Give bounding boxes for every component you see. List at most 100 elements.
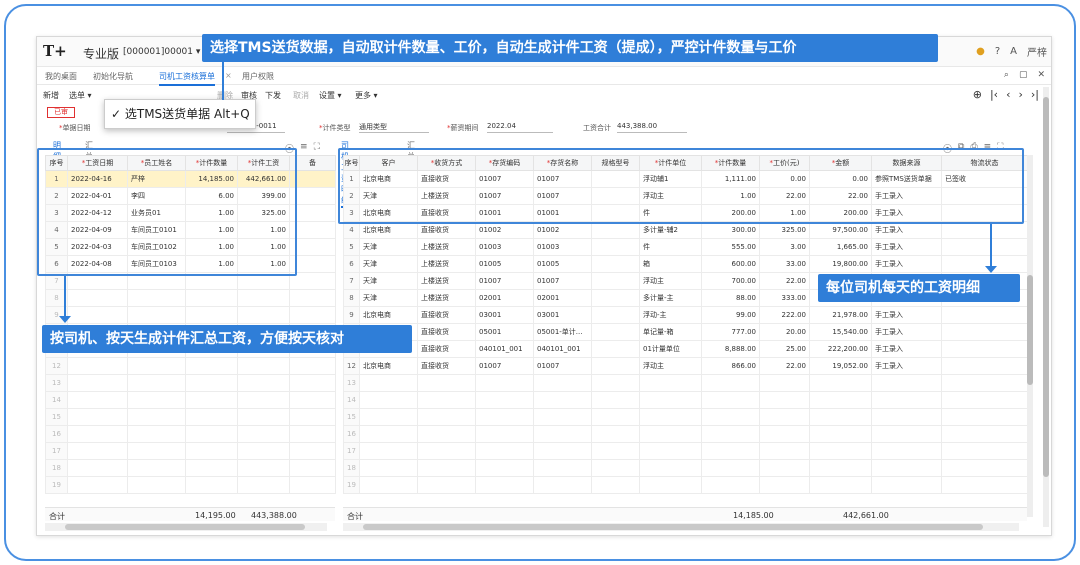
- table-cell[interactable]: [871, 391, 942, 409]
- table-cell[interactable]: 手工录入: [871, 221, 942, 239]
- table-row[interactable]: 14: [343, 391, 1028, 409]
- table-cell[interactable]: [941, 357, 1028, 375]
- table-cell[interactable]: 6: [343, 255, 360, 273]
- table-cell[interactable]: 01计量单位: [639, 340, 702, 358]
- table-cell[interactable]: [809, 442, 872, 460]
- table-cell[interactable]: 866.00: [701, 357, 760, 375]
- table-cell[interactable]: 上楼送货: [417, 238, 476, 256]
- table-cell[interactable]: [639, 459, 702, 477]
- table-cell[interactable]: 9: [343, 306, 360, 324]
- table-cell[interactable]: [359, 408, 418, 426]
- table-cell[interactable]: [289, 459, 336, 477]
- table-cell[interactable]: [809, 374, 872, 392]
- table-cell[interactable]: [941, 221, 1028, 239]
- table-cell[interactable]: [237, 357, 290, 375]
- table-cell[interactable]: [127, 476, 186, 494]
- table-cell[interactable]: [67, 357, 128, 375]
- table-cell[interactable]: [759, 476, 810, 494]
- table-cell[interactable]: [67, 374, 128, 392]
- table-cell[interactable]: [127, 425, 186, 443]
- table-cell[interactable]: [417, 476, 476, 494]
- table-cell[interactable]: 手工录入: [871, 340, 942, 358]
- table-cell[interactable]: 25.00: [759, 340, 810, 358]
- table-cell[interactable]: [237, 306, 290, 324]
- select-tms-menu-item[interactable]: ✓ 选TMS送货单据 Alt+Q: [104, 99, 256, 129]
- table-cell[interactable]: [475, 476, 534, 494]
- table-cell[interactable]: [475, 391, 534, 409]
- table-cell[interactable]: 19: [45, 476, 68, 494]
- table-cell[interactable]: [127, 408, 186, 426]
- table-cell[interactable]: [701, 425, 760, 443]
- table-cell[interactable]: [591, 221, 640, 239]
- table-cell[interactable]: 13: [343, 374, 360, 392]
- table-cell[interactable]: [941, 323, 1028, 341]
- table-cell[interactable]: [533, 391, 592, 409]
- table-cell[interactable]: [237, 459, 290, 477]
- table-cell[interactable]: 上楼送货: [417, 255, 476, 273]
- table-cell[interactable]: [871, 442, 942, 460]
- table-row[interactable]: 13: [45, 374, 336, 392]
- table-cell[interactable]: 18: [45, 459, 68, 477]
- table-cell[interactable]: 5: [343, 238, 360, 256]
- table-row[interactable]: 15: [45, 408, 336, 426]
- table-cell[interactable]: 300.00: [701, 221, 760, 239]
- table-cell[interactable]: [289, 374, 336, 392]
- table-cell[interactable]: [701, 442, 760, 460]
- table-cell[interactable]: 05001-单计...: [533, 323, 592, 341]
- table-cell[interactable]: [533, 374, 592, 392]
- first-record-icon[interactable]: |‹: [990, 88, 998, 101]
- locate-icon[interactable]: ⊕: [973, 88, 982, 101]
- table-cell[interactable]: [67, 306, 128, 324]
- table-cell[interactable]: 01003: [533, 238, 592, 256]
- table-cell[interactable]: 天津: [359, 272, 418, 290]
- account-selector[interactable]: [000001]00001 ▾: [123, 47, 200, 57]
- table-row[interactable]: 12 北京电商 直接收货 01007 01007 浮动主 866.00 22.00 19,052…: [343, 357, 1028, 375]
- summary-hscroll[interactable]: [45, 523, 327, 531]
- table-cell[interactable]: 01002: [475, 221, 534, 239]
- table-cell[interactable]: [871, 459, 942, 477]
- table-cell[interactable]: [591, 442, 640, 460]
- table-row[interactable]: 14: [45, 391, 336, 409]
- table-cell[interactable]: 上楼送货: [417, 289, 476, 307]
- table-cell[interactable]: 北京电商: [359, 221, 418, 239]
- search-icon[interactable]: ⌕: [1004, 70, 1009, 80]
- table-cell[interactable]: [701, 459, 760, 477]
- table-cell[interactable]: 22.00: [759, 272, 810, 290]
- table-cell[interactable]: [871, 374, 942, 392]
- user-name[interactable]: 严梓: [1027, 44, 1047, 59]
- table-cell[interactable]: [289, 391, 336, 409]
- table-cell[interactable]: [359, 391, 418, 409]
- table-cell[interactable]: 直接收货: [417, 221, 476, 239]
- table-cell[interactable]: [941, 340, 1028, 358]
- table-cell[interactable]: [941, 442, 1028, 460]
- table-row[interactable]: 18: [45, 459, 336, 477]
- table-cell[interactable]: [591, 425, 640, 443]
- detail-hscroll[interactable]: [343, 523, 1019, 531]
- table-cell[interactable]: [809, 391, 872, 409]
- tab-driver-wage[interactable]: 司机工资核算单: [159, 71, 215, 86]
- table-cell[interactable]: [289, 289, 336, 307]
- table-cell[interactable]: [533, 442, 592, 460]
- table-cell[interactable]: [475, 374, 534, 392]
- table-cell[interactable]: [237, 391, 290, 409]
- table-row[interactable]: 16: [45, 425, 336, 443]
- table-cell[interactable]: [701, 391, 760, 409]
- table-cell[interactable]: 03001: [533, 306, 592, 324]
- detail-vscroll-thumb[interactable]: [1027, 275, 1033, 385]
- table-cell[interactable]: 777.00: [701, 323, 760, 341]
- last-record-icon[interactable]: ›|: [1031, 88, 1039, 101]
- detail-hscroll-thumb[interactable]: [363, 524, 983, 530]
- table-cell[interactable]: 单记量-箱: [639, 323, 702, 341]
- table-cell[interactable]: 33.00: [759, 255, 810, 273]
- table-cell[interactable]: [67, 476, 128, 494]
- table-cell[interactable]: 直接收货: [417, 340, 476, 358]
- table-row[interactable]: 12: [45, 357, 336, 375]
- table-cell[interactable]: [289, 476, 336, 494]
- table-row[interactable]: 6 天津 上楼送货 01005 01005 箱 600.00 33.00 19,800.00 手工…: [343, 255, 1028, 273]
- table-cell[interactable]: 21,978.00: [809, 306, 872, 324]
- table-cell[interactable]: [185, 442, 238, 460]
- table-cell[interactable]: [127, 357, 186, 375]
- table-cell[interactable]: [591, 289, 640, 307]
- table-cell[interactable]: [185, 459, 238, 477]
- table-row[interactable]: 5 天津 上楼送货 01003 01003 件 555.00 3.00 1,665.00 手工录入: [343, 238, 1028, 256]
